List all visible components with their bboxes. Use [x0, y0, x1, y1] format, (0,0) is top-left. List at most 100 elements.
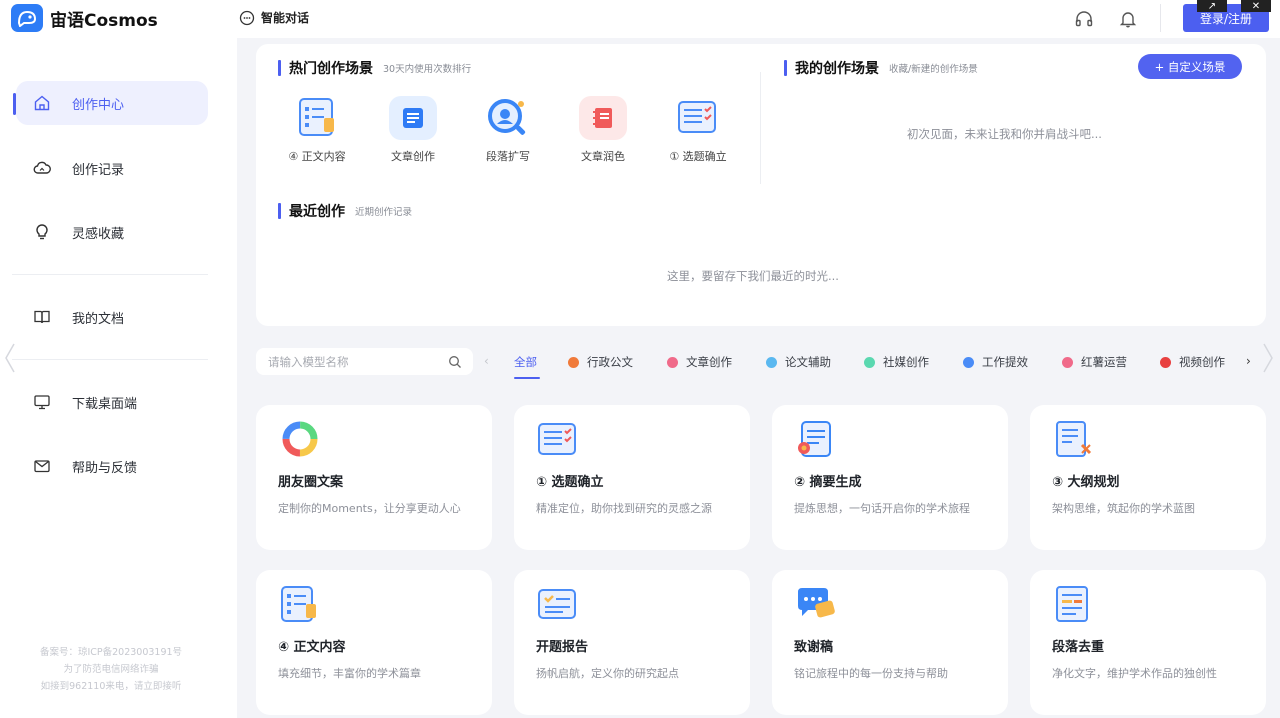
category-prev-icon[interactable]: ‹	[484, 354, 489, 368]
hot-item[interactable]: ① 选题确立	[658, 96, 738, 164]
home-icon	[32, 93, 52, 113]
hot-item[interactable]: 文章润色	[563, 96, 643, 164]
hot-item[interactable]: 文章创作	[373, 96, 453, 164]
search-icon[interactable]	[443, 355, 467, 369]
hot-item-label: 文章创作	[391, 150, 435, 163]
category-next-icon[interactable]: ›	[1246, 354, 1251, 368]
card-description: 定制你的Moments，让分享更动人心	[278, 502, 461, 515]
mail-icon	[32, 456, 52, 476]
logo[interactable]: 宙语Cosmos	[11, 4, 158, 32]
card-title: ④ 正文内容	[278, 640, 346, 655]
expand-icon[interactable]: ↗	[1197, 0, 1227, 12]
sidebar-divider	[12, 359, 208, 360]
dedupe-icon	[1052, 584, 1096, 624]
category-label: 文章创作	[686, 355, 732, 369]
report-icon	[536, 584, 580, 624]
sidebar-item-creation-center[interactable]: 创作中心	[16, 81, 208, 125]
checklist-icon	[674, 96, 722, 140]
summary-icon	[794, 419, 838, 459]
category-dot	[667, 356, 678, 368]
category-all[interactable]: 全部	[514, 354, 537, 370]
panel-divider	[760, 72, 761, 184]
scene-card[interactable]: 开题报告 扬帆启航，定义你的研究起点	[514, 570, 750, 715]
section-subtitle: 30天内使用次数排行	[383, 64, 472, 75]
recent-empty: 这里，要留存下我们最近的时光...	[667, 269, 839, 283]
top-divider	[1160, 4, 1161, 32]
sidebar-item-label: 创作中心	[72, 97, 125, 113]
scene-card[interactable]: 段落去重 净化文字，维护学术作品的独创性	[1030, 570, 1266, 715]
section-bar	[278, 203, 281, 219]
card-title: ① 选题确立	[536, 475, 604, 490]
scene-card[interactable]: ② 摘要生成 提炼思想，一句话开启你的学术旅程	[772, 405, 1008, 550]
card-description: 精准定位，助你找到研究的灵感之源	[536, 502, 712, 515]
section-subtitle: 近期创作记录	[355, 207, 413, 218]
sidebar-item-my-docs[interactable]: 我的文档	[16, 295, 208, 339]
category-item[interactable]: 红薯运营	[1062, 354, 1127, 370]
card-description: 提炼思想，一句话开启你的学术旅程	[794, 502, 970, 515]
smart-chat-link[interactable]: 智能对话	[239, 9, 309, 26]
category-label: 论文辅助	[785, 355, 831, 369]
sidebar-item-label: 创作记录	[72, 162, 125, 178]
hot-item[interactable]: 段落扩写	[468, 96, 548, 164]
checklist-icon	[536, 419, 580, 459]
footer-line: 备案号：琼ICP备2023003191号	[39, 647, 183, 658]
smart-chat-label: 智能对话	[261, 11, 310, 25]
category-item[interactable]: 社媒创作	[864, 354, 929, 370]
card-title: ③ 大纲规划	[1052, 475, 1120, 490]
scene-card[interactable]: ① 选题确立 精准定位，助你找到研究的灵感之源	[514, 405, 750, 550]
category-item[interactable]: 行政公文	[568, 354, 633, 370]
card-title: 段落去重	[1052, 640, 1105, 655]
section-bar	[784, 60, 787, 76]
scene-card[interactable]: ③ 大纲规划 架构思维，筑起你的学术蓝图	[1030, 405, 1266, 550]
prev-arrow-icon[interactable]	[0, 340, 20, 376]
category-item[interactable]: 文章创作	[667, 354, 732, 370]
sidebar-item-download-desktop[interactable]: 下载桌面端	[16, 380, 208, 424]
category-item[interactable]: 论文辅助	[766, 354, 831, 370]
overview-panel: 热门创作场景 30天内使用次数排行 ④ 正文内容 文章创作 段落扩写 文章润色 …	[256, 44, 1266, 326]
sidebar-item-creation-records[interactable]: 创作记录	[16, 146, 208, 190]
monitor-icon	[32, 392, 52, 412]
sidebar-item-label: 帮助与反馈	[72, 460, 138, 476]
search-placeholder: 请输入模型名称	[268, 354, 349, 369]
scene-card[interactable]: 朋友圈文案 定制你的Moments，让分享更动人心	[256, 405, 492, 550]
card-title: 致谢稿	[794, 640, 834, 655]
hot-item-label: ① 选题确立	[669, 150, 727, 163]
next-arrow-icon[interactable]	[1258, 340, 1278, 376]
bell-icon[interactable]	[1118, 9, 1138, 29]
outline-icon	[1052, 419, 1096, 459]
logo-icon	[11, 4, 43, 32]
card-title: 朋友圈文案	[278, 475, 344, 490]
card-description: 铭记旅程中的每一份支持与帮助	[794, 667, 948, 680]
my-scenes-header: 我的创作场景 收藏/新建的创作场景	[784, 58, 978, 78]
sidebar-divider	[12, 274, 208, 275]
scene-card[interactable]: 致谢稿 铭记旅程中的每一份支持与帮助	[772, 570, 1008, 715]
book-icon	[32, 307, 52, 327]
card-title: ② 摘要生成	[794, 475, 862, 490]
category-item[interactable]: 视频创作	[1160, 354, 1225, 370]
headphones-icon[interactable]	[1074, 9, 1094, 29]
model-search-input[interactable]: 请输入模型名称	[256, 348, 473, 375]
sidebar-item-inspiration[interactable]: 灵感收藏	[16, 210, 208, 254]
card-description: 净化文字，维护学术作品的独创性	[1052, 667, 1217, 680]
ring-icon	[278, 419, 322, 459]
card-title: 开题报告	[536, 640, 589, 655]
sidebar-item-label: 我的文档	[72, 311, 125, 327]
hot-item[interactable]: ④ 正文内容	[277, 96, 357, 164]
category-dot	[1062, 356, 1073, 368]
hot-item-label: 段落扩写	[486, 150, 530, 163]
category-label: 视频创作	[1179, 355, 1225, 369]
sidebar-item-help-feedback[interactable]: 帮助与反馈	[16, 444, 208, 488]
recent-header: 最近创作 近期创作记录	[278, 201, 412, 221]
document-list-icon	[293, 96, 341, 140]
category-label: 社媒创作	[883, 355, 929, 369]
close-icon[interactable]: ✕	[1241, 0, 1271, 12]
category-item[interactable]: 工作提效	[963, 354, 1028, 370]
chat-bubble-icon	[239, 10, 255, 25]
document-list-icon	[278, 584, 322, 624]
magnify-icon	[484, 96, 532, 140]
custom-scene-button[interactable]: + 自定义场景	[1138, 54, 1242, 79]
card-description: 架构思维，筑起你的学术蓝图	[1052, 502, 1195, 515]
sidebar-item-label: 灵感收藏	[72, 226, 125, 242]
hot-item-label: ④ 正文内容	[288, 150, 346, 163]
scene-card[interactable]: ④ 正文内容 填充细节，丰富你的学术篇章	[256, 570, 492, 715]
